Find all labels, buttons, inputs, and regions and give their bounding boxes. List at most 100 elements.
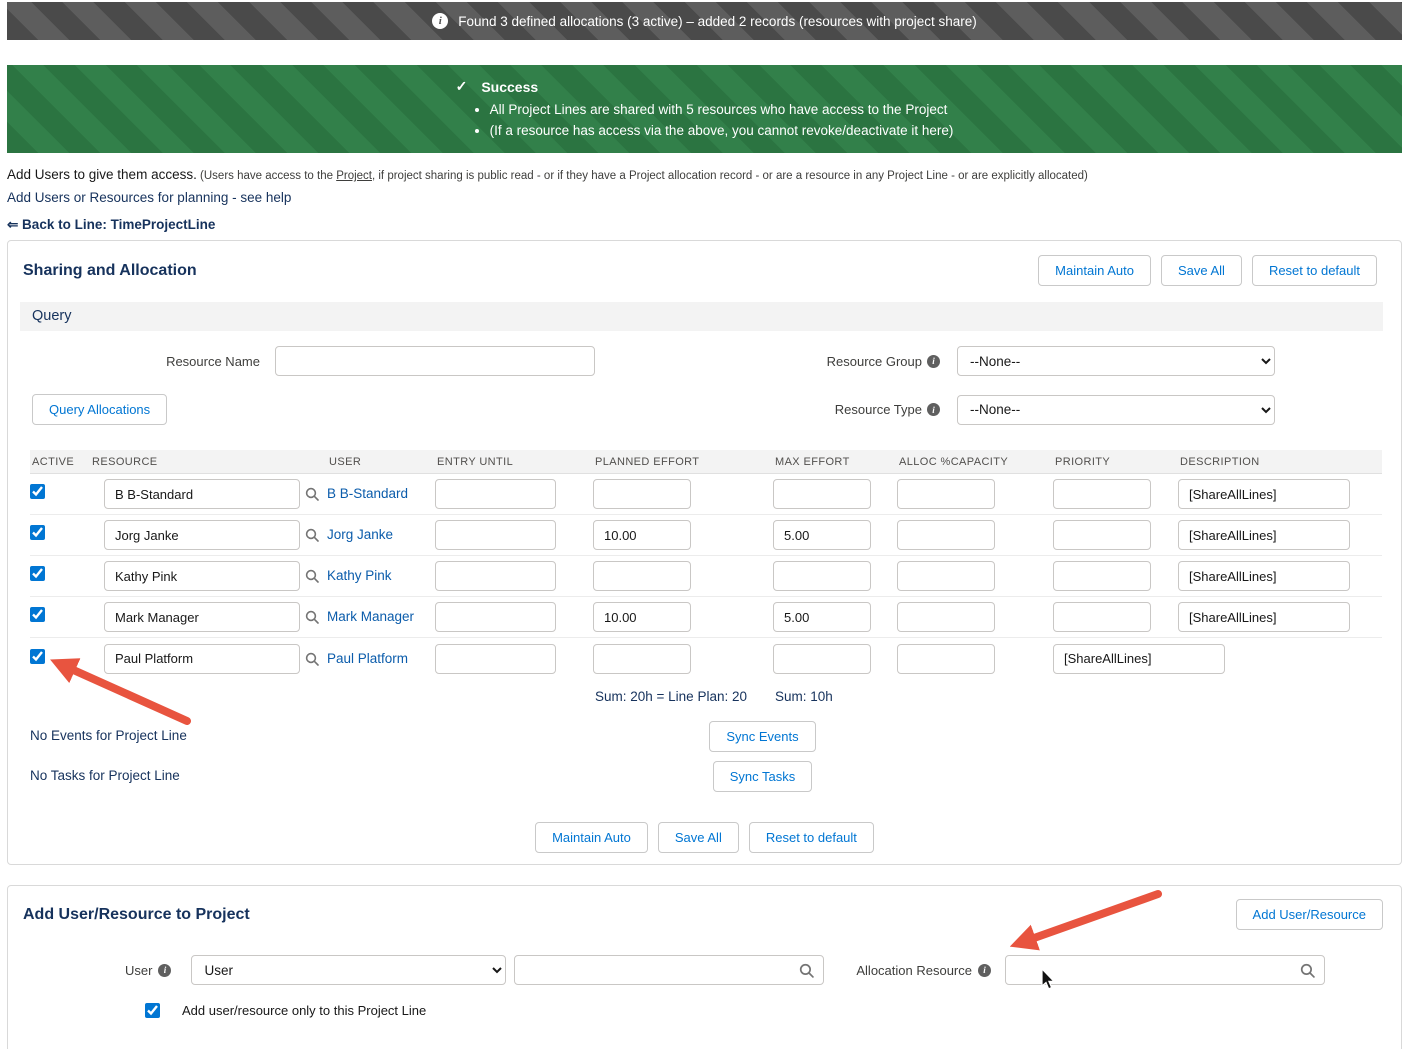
col-header-entry-until: ENTRY UNTIL — [437, 455, 514, 468]
user-type-select[interactable]: User — [191, 955, 507, 985]
maintain-auto-button-bottom[interactable]: Maintain Auto — [535, 822, 648, 853]
max-effort-input[interactable] — [773, 520, 871, 550]
query-allocations-button[interactable]: Query Allocations — [32, 394, 168, 425]
save-all-button-bottom[interactable]: Save All — [657, 822, 739, 853]
max-effort-input[interactable] — [773, 602, 871, 632]
success-bullet: (If a resource has access via the above,… — [490, 123, 954, 138]
search-icon[interactable] — [799, 963, 815, 978]
priority-input[interactable] — [1053, 602, 1151, 632]
info-banner-text: Found 3 defined allocations (3 active) –… — [458, 13, 977, 29]
resource-name-label: Resource Name — [166, 353, 260, 369]
user-label: User — [125, 962, 153, 978]
info-icon: i — [432, 13, 449, 29]
planning-help-text: Add Users or Resources for planning - se… — [7, 190, 292, 205]
priority-input[interactable] — [1053, 479, 1151, 509]
allocation-resource-label: Allocation Resource — [856, 962, 972, 978]
table-row: B B-Standard — [30, 474, 1382, 515]
resource-lookup-input[interactable] — [104, 520, 300, 550]
resource-group-select[interactable]: --None-- — [957, 346, 1275, 376]
reset-to-default-button-top[interactable]: Reset to default — [1251, 255, 1377, 286]
sync-events-button[interactable]: Sync Events — [709, 721, 816, 752]
only-this-line-label[interactable]: Add user/resource only to this Project L… — [182, 1003, 426, 1018]
info-icon: i — [158, 963, 172, 977]
priority-input[interactable] — [1053, 520, 1151, 550]
active-checkbox[interactable] — [30, 648, 45, 664]
alloc-capacity-input[interactable] — [897, 479, 995, 509]
active-checkbox[interactable] — [30, 525, 45, 540]
resource-lookup-input[interactable] — [104, 643, 300, 674]
table-header-row: ACTIVE RESOURCE USER ENTRY UNTIL PLANNED… — [30, 450, 1382, 474]
active-checkbox[interactable] — [30, 607, 45, 622]
maintain-auto-button-top[interactable]: Maintain Auto — [1038, 255, 1151, 286]
search-icon[interactable] — [305, 652, 319, 666]
col-header-active: ACTIVE — [32, 455, 75, 468]
success-banner: ✓ Success All Project Lines are shared w… — [7, 65, 1402, 153]
search-icon[interactable] — [305, 610, 319, 624]
search-icon[interactable] — [305, 487, 319, 501]
description-input[interactable] — [1178, 479, 1350, 509]
add-users-detail-post: , if project sharing is public read - or… — [371, 170, 1088, 182]
resource-lookup-input[interactable] — [104, 561, 300, 591]
entry-until-input[interactable] — [435, 561, 556, 591]
entry-until-input[interactable] — [435, 602, 556, 632]
alloc-capacity-input[interactable] — [897, 602, 995, 632]
active-checkbox[interactable] — [30, 566, 45, 581]
add-user-resource-card: Add User/Resource to Project Add User/Re… — [7, 885, 1402, 1049]
sync-tasks-button[interactable]: Sync Tasks — [712, 761, 813, 792]
entry-until-input[interactable] — [435, 479, 556, 509]
success-bullet: All Project Lines are shared with 5 reso… — [490, 102, 954, 117]
search-icon[interactable] — [305, 569, 319, 583]
planned-effort-input[interactable] — [593, 520, 691, 550]
priority-input[interactable] — [897, 643, 995, 674]
allocation-resource-search-input[interactable] — [1005, 955, 1325, 985]
info-icon: i — [978, 963, 991, 977]
back-to-line-link[interactable]: ⇐ Back to Line: TimeProjectLine — [7, 217, 215, 233]
user-search-input[interactable] — [514, 955, 825, 985]
description-input[interactable] — [1053, 643, 1225, 674]
entry-until-input[interactable] — [435, 520, 556, 550]
priority-input[interactable] — [1053, 561, 1151, 591]
active-checkbox[interactable] — [30, 484, 45, 499]
user-link[interactable]: B B-Standard — [327, 486, 408, 501]
resource-name-input[interactable] — [275, 346, 595, 376]
description-input[interactable] — [1178, 561, 1350, 591]
table-row: Paul Platform — [30, 638, 1382, 679]
resource-type-label: Resource Type — [834, 402, 922, 417]
success-title: Success — [481, 78, 539, 95]
alloc-capacity-input[interactable] — [897, 520, 995, 550]
col-header-max-effort: MAX EFFORT — [775, 455, 850, 468]
table-row: Jorg Janke — [30, 515, 1382, 556]
max-effort-input[interactable] — [773, 479, 871, 509]
planned-effort-input[interactable] — [593, 561, 691, 591]
add-users-detail-pre: (Users have access to the — [196, 170, 337, 182]
col-header-user: USER — [329, 455, 362, 468]
alloc-capacity-input[interactable] — [897, 561, 995, 591]
search-icon[interactable] — [1300, 963, 1315, 978]
user-link[interactable]: Mark Manager — [327, 609, 414, 624]
entry-until-input[interactable] — [435, 643, 556, 674]
project-link[interactable]: Project — [336, 170, 372, 182]
planned-effort-input[interactable] — [593, 602, 691, 632]
resource-type-select[interactable]: --None-- — [957, 394, 1275, 425]
max-effort-sum: Sum: 10h — [775, 689, 833, 704]
planned-effort-input[interactable] — [593, 479, 691, 509]
resource-lookup-input[interactable] — [104, 602, 300, 632]
sum-row: Sum: 20h = Line Plan: 20 Sum: 10h — [30, 689, 1382, 704]
col-header-priority: PRIORITY — [1055, 455, 1111, 468]
planned-effort-input[interactable] — [593, 643, 691, 674]
description-input[interactable] — [1178, 602, 1350, 632]
save-all-button-top[interactable]: Save All — [1160, 255, 1242, 286]
max-effort-input[interactable] — [773, 561, 871, 591]
resource-lookup-input[interactable] — [104, 479, 300, 509]
user-link[interactable]: Paul Platform — [327, 651, 408, 666]
user-link[interactable]: Kathy Pink — [327, 568, 392, 583]
search-icon[interactable] — [305, 528, 319, 542]
reset-to-default-button-bottom[interactable]: Reset to default — [748, 822, 874, 853]
col-header-resource: RESOURCE — [92, 455, 158, 468]
user-link[interactable]: Jorg Janke — [327, 527, 393, 542]
max-effort-input[interactable] — [773, 643, 871, 674]
only-this-line-checkbox[interactable] — [145, 1003, 160, 1018]
check-icon: ✓ — [455, 78, 468, 94]
add-user-resource-button[interactable]: Add User/Resource — [1235, 899, 1383, 930]
description-input[interactable] — [1178, 520, 1350, 550]
